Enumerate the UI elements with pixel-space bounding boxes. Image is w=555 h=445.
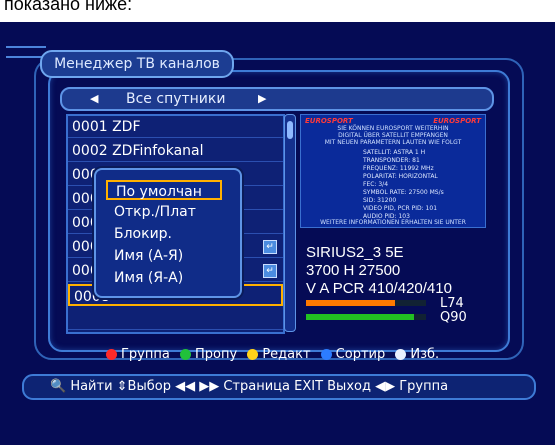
satellite-label: Все спутники (126, 91, 226, 107)
signal-quality-bar (306, 314, 426, 320)
signal-quality-label: Q90 (440, 310, 467, 325)
sort-option-name-za[interactable]: Имя (Я-А) (106, 268, 222, 288)
enter-icon: ↵ (263, 240, 277, 254)
legend-group[interactable]: Группа (121, 347, 170, 362)
right-arrow-icon[interactable]: ▶ (258, 89, 266, 109)
blue-key-icon (320, 349, 332, 360)
preview-param: FREQUENZ: 11992 MHz (363, 165, 434, 172)
signal-level-fill (306, 300, 395, 306)
signal-level-bar (306, 300, 426, 306)
signal-quality-fill (306, 314, 414, 320)
signal-level-label: L74 (440, 296, 464, 311)
top-text-strip: показано ниже: (0, 0, 555, 22)
top-text: показано ниже: (4, 0, 133, 14)
preview-param: SID: 31200 (363, 197, 397, 204)
channel-row[interactable]: 0001 ZDF (68, 116, 283, 138)
preview-param: SATELLIT: ASTRA 1 H (363, 149, 426, 156)
channel-row[interactable] (68, 308, 283, 330)
preview-param: TRANSPONDER: 81 (363, 157, 420, 164)
hint-text: 🔍 Найти ⇕Выбор ◀◀ ▶▶ Страница EXIT Выход… (50, 379, 449, 394)
preview-param: VIDEO PID, PCR PID: 101 (363, 205, 438, 212)
yellow-key-icon (247, 349, 259, 360)
sort-option-open-paid[interactable]: Откр./Плат (106, 202, 222, 222)
preview-logo-right: EUROSPORT (433, 117, 481, 125)
pid-info-line: V A PCR 410/420/410 (306, 280, 452, 297)
white-key-icon (395, 349, 407, 360)
preview-logo-left: EUROSPORT (305, 117, 353, 125)
list-scrollbar[interactable] (284, 114, 296, 332)
sort-option-name-az[interactable]: Имя (А-Я) (106, 246, 222, 266)
preview-param: FEC: 3/4 (363, 181, 389, 188)
channel-label: 0002 ZDFinfokanal (72, 143, 204, 159)
color-key-legend: Группа Пропу Редакт Сортир Изб. (100, 346, 490, 364)
channel-row[interactable]: 0002 ZDFinfokanal (68, 140, 283, 162)
satellite-selector[interactable]: ◀ Все спутники ▶ (60, 87, 494, 111)
red-key-icon (106, 349, 117, 360)
preview-param: POLARITAT: HORIZONTAL (363, 173, 438, 180)
legend-sort[interactable]: Сортир (336, 347, 386, 362)
green-key-icon (179, 349, 191, 360)
channel-preview: EUROSPORT EUROSPORT SIE KÖNNEN EUROSPORT… (300, 114, 486, 228)
hint-bar: 🔍 Найти ⇕Выбор ◀◀ ▶▶ Страница EXIT Выход… (22, 374, 536, 400)
title-decoration (6, 46, 46, 58)
legend-favorites[interactable]: Изб. (410, 347, 439, 362)
sort-option-default[interactable]: По умолчан (106, 180, 222, 200)
channel-label: 0001 ZDF (72, 119, 141, 135)
legend-edit[interactable]: Редакт (262, 347, 310, 362)
enter-icon: ↵ (263, 264, 277, 278)
sort-menu: По умолчан Откр./Плат Блокир. Имя (А-Я) … (94, 168, 242, 298)
sat-info-line: SIRIUS2_3 5E (306, 244, 404, 261)
sort-option-locked[interactable]: Блокир. (106, 224, 222, 244)
page-title: Менеджер ТВ каналов (40, 50, 234, 78)
preview-param: SYMBOL RATE: 27500 MS/s (363, 189, 444, 196)
tp-info-line: 3700 H 27500 (306, 262, 401, 279)
scroll-thumb[interactable] (287, 121, 293, 139)
legend-skip[interactable]: Пропу (195, 347, 237, 362)
preview-footer-line: WEITERE INFORMATIONEN ERHALTEN SIE UNTER (320, 219, 466, 226)
left-arrow-icon[interactable]: ◀ (90, 89, 98, 109)
preview-header-line: MIT NEUEN PARAMETERN LAUTEN WIE FOLGT (324, 139, 462, 146)
